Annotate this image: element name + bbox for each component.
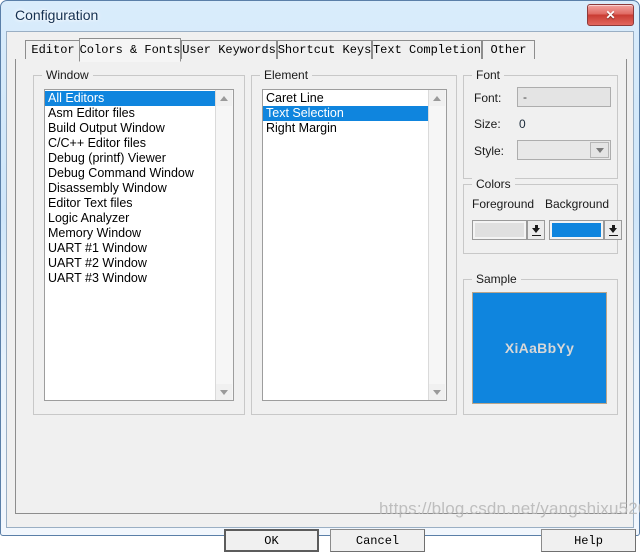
- cancel-button[interactable]: Cancel: [330, 529, 425, 552]
- foreground-color-fill: [475, 223, 524, 237]
- help-button[interactable]: Help: [541, 529, 636, 552]
- tab-colors-and-fonts[interactable]: Colors & Fonts: [79, 38, 181, 62]
- background-color-dropdown[interactable]: [604, 220, 622, 240]
- element-group-label: Element: [260, 68, 313, 82]
- configuration-dialog: Configuration ✕ Editor Colors & Fonts Us…: [0, 0, 640, 552]
- tab-page-colors-and-fonts: Window All Editors Asm Editor files Build …: [15, 59, 627, 514]
- tab-editor-label: Editor: [31, 43, 75, 57]
- window-listbox[interactable]: All Editors Asm Editor files Build Output …: [44, 89, 234, 401]
- window-list-item[interactable]: Logic Analyzer: [45, 211, 216, 226]
- tab-other-label: Other: [490, 43, 527, 57]
- window-group-label: Window: [42, 68, 93, 82]
- window-list-item[interactable]: UART #2 Window: [45, 256, 216, 271]
- scroll-down-icon[interactable]: [429, 384, 445, 400]
- color-dropdown-icon: [608, 225, 618, 236]
- tab-shortcut-keys-label: Shortcut Keys: [277, 43, 372, 57]
- chevron-down-icon[interactable]: [590, 142, 609, 158]
- tab-other[interactable]: Other: [482, 40, 535, 60]
- font-size-label: Size:: [474, 117, 501, 131]
- scroll-up-icon[interactable]: [429, 90, 445, 106]
- font-name-button[interactable]: -: [517, 87, 611, 107]
- sample-group: Sample XiAaBbYy: [463, 272, 618, 415]
- colors-group: Colors Foreground Background: [463, 177, 622, 254]
- dialog-client-area: Editor Colors & Fonts User Keywords Shor…: [6, 31, 636, 552]
- font-group-label: Font: [472, 68, 505, 82]
- scroll-up-icon[interactable]: [216, 90, 232, 106]
- window-list-item[interactable]: UART #3 Window: [45, 271, 216, 286]
- element-list-items[interactable]: Caret Line Text Selection Right Margin: [263, 90, 429, 400]
- tab-shortcut-keys[interactable]: Shortcut Keys: [277, 40, 372, 60]
- font-name-label: Font:: [474, 91, 502, 105]
- foreground-color-dropdown[interactable]: [527, 220, 545, 240]
- scroll-down-icon[interactable]: [216, 384, 232, 400]
- window-list-item[interactable]: Memory Window: [45, 226, 216, 241]
- element-group: Element Caret Line Text Selection Right Ma…: [251, 68, 457, 415]
- colors-group-label: Colors: [472, 177, 515, 191]
- font-group: Font Font: - Size: 0 Style:: [463, 68, 618, 179]
- tab-colors-and-fonts-label: Colors & Fonts: [79, 43, 181, 57]
- ok-button[interactable]: OK: [224, 529, 319, 552]
- window-list-item[interactable]: Build Output Window: [45, 121, 216, 136]
- window-list-item[interactable]: UART #1 Window: [45, 241, 216, 256]
- element-list-item[interactable]: Text Selection: [263, 106, 429, 121]
- title-bar: Configuration ✕: [1, 1, 639, 31]
- tab-user-keywords-label: User Keywords: [182, 43, 276, 57]
- window-title: Configuration: [15, 7, 99, 23]
- window-list-item[interactable]: Asm Editor files: [45, 106, 216, 121]
- background-label: Background: [545, 197, 610, 211]
- element-listbox[interactable]: Caret Line Text Selection Right Margin: [262, 89, 447, 401]
- element-list-item[interactable]: Right Margin: [263, 121, 429, 136]
- sample-preview: XiAaBbYy: [472, 292, 607, 404]
- window-list-item[interactable]: Debug Command Window: [45, 166, 216, 181]
- foreground-label: Foreground: [472, 197, 535, 211]
- tab-editor[interactable]: Editor: [25, 40, 81, 60]
- window-list-items[interactable]: All Editors Asm Editor files Build Output …: [45, 90, 216, 400]
- font-style-label: Style:: [474, 144, 505, 158]
- color-dropdown-icon: [531, 225, 541, 236]
- element-list-item[interactable]: Caret Line: [263, 91, 429, 106]
- window-list-item[interactable]: All Editors: [45, 91, 216, 106]
- window-group: Window All Editors Asm Editor files Build …: [33, 68, 245, 415]
- window-list-item[interactable]: Disassembly Window: [45, 181, 216, 196]
- font-size-value: 0: [519, 117, 526, 131]
- window-list-item[interactable]: Debug (printf) Viewer: [45, 151, 216, 166]
- font-style-combobox[interactable]: [517, 140, 611, 160]
- window-list-scrollbar[interactable]: [215, 90, 233, 400]
- tab-text-completion-label: Text Completion: [372, 43, 482, 57]
- window-list-item[interactable]: C/C++ Editor files: [45, 136, 216, 151]
- element-list-scrollbar[interactable]: [428, 90, 446, 400]
- tab-user-keywords[interactable]: User Keywords: [181, 40, 277, 60]
- sample-group-label: Sample: [472, 272, 521, 286]
- sample-preview-text: XiAaBbYy: [504, 340, 575, 356]
- tab-strip: Editor Colors & Fonts User Keywords Shor…: [15, 38, 627, 62]
- close-icon: ✕: [605, 8, 616, 22]
- tab-text-completion[interactable]: Text Completion: [372, 40, 482, 60]
- window-list-item[interactable]: Editor Text files: [45, 196, 216, 211]
- close-button[interactable]: ✕: [587, 4, 634, 26]
- foreground-color-swatch[interactable]: [472, 220, 527, 240]
- background-color-fill: [552, 223, 601, 237]
- background-color-swatch[interactable]: [549, 220, 604, 240]
